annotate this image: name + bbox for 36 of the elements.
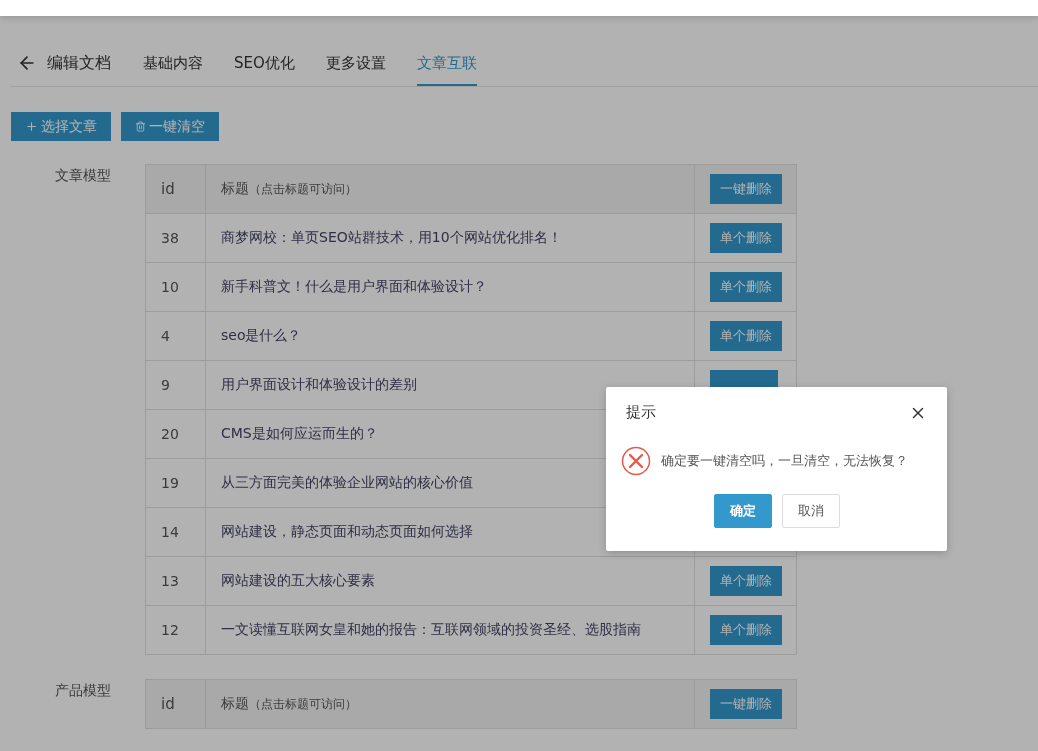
plus-icon	[25, 120, 38, 133]
dialog-message: 确定要一键清空吗，一旦清空，无法恢复？	[661, 452, 908, 470]
table-cell: 14	[161, 524, 179, 540]
table-cell: 9	[161, 377, 170, 393]
article-link[interactable]: 从三方面完美的体验企业网站的核心价值	[221, 474, 473, 492]
tab[interactable]: SEO优化	[234, 40, 295, 86]
article-link[interactable]: 商梦网校：单页SEO站群技术，用10个网站优化排名！	[221, 229, 562, 247]
column-header: 标题	[221, 695, 249, 713]
tab[interactable]: 更多设置	[325, 40, 386, 86]
column-hint: （点击标题可访问）	[249, 180, 357, 198]
section-label: 文章模型	[55, 167, 111, 185]
table-cell: 13	[161, 573, 179, 589]
error-icon	[621, 446, 651, 476]
table-cell: 12	[161, 622, 179, 638]
article-link[interactable]: 网站建设，静态页面和动态页面如何选择	[221, 523, 473, 541]
column-hint: （点击标题可访问）	[249, 695, 357, 713]
cancel-button[interactable]: 取消	[781, 494, 840, 528]
dialog-title: 提示	[626, 403, 656, 422]
article-link[interactable]: 用户界面设计和体验设计的差别	[221, 376, 417, 394]
article-link[interactable]: seo是什么？	[221, 327, 302, 345]
table-cell: 19	[161, 475, 179, 491]
article-link[interactable]: CMS是如何应运而生的？	[221, 425, 378, 443]
article-link[interactable]: 一文读懂互联网女皇和她的报告：互联网领域的投资圣经、选股指南	[221, 621, 641, 639]
table-cell: 20	[161, 426, 179, 442]
table-cell: 38	[161, 230, 179, 246]
article-link[interactable]: 新手科普文！什么是用户界面和体验设计？	[221, 278, 487, 296]
section-label: 产品模型	[55, 682, 111, 700]
page-title: 编辑文档	[47, 52, 111, 74]
article-link[interactable]: 网站建设的五大核心要素	[221, 572, 375, 590]
trash-icon	[135, 121, 146, 132]
table-cell: 10	[161, 279, 179, 295]
table-cell: 4	[161, 328, 170, 344]
tab[interactable]: 基础内容	[143, 40, 203, 86]
column-header: 标题	[221, 180, 249, 198]
column-header: id	[161, 180, 175, 198]
column-header: id	[161, 695, 175, 713]
